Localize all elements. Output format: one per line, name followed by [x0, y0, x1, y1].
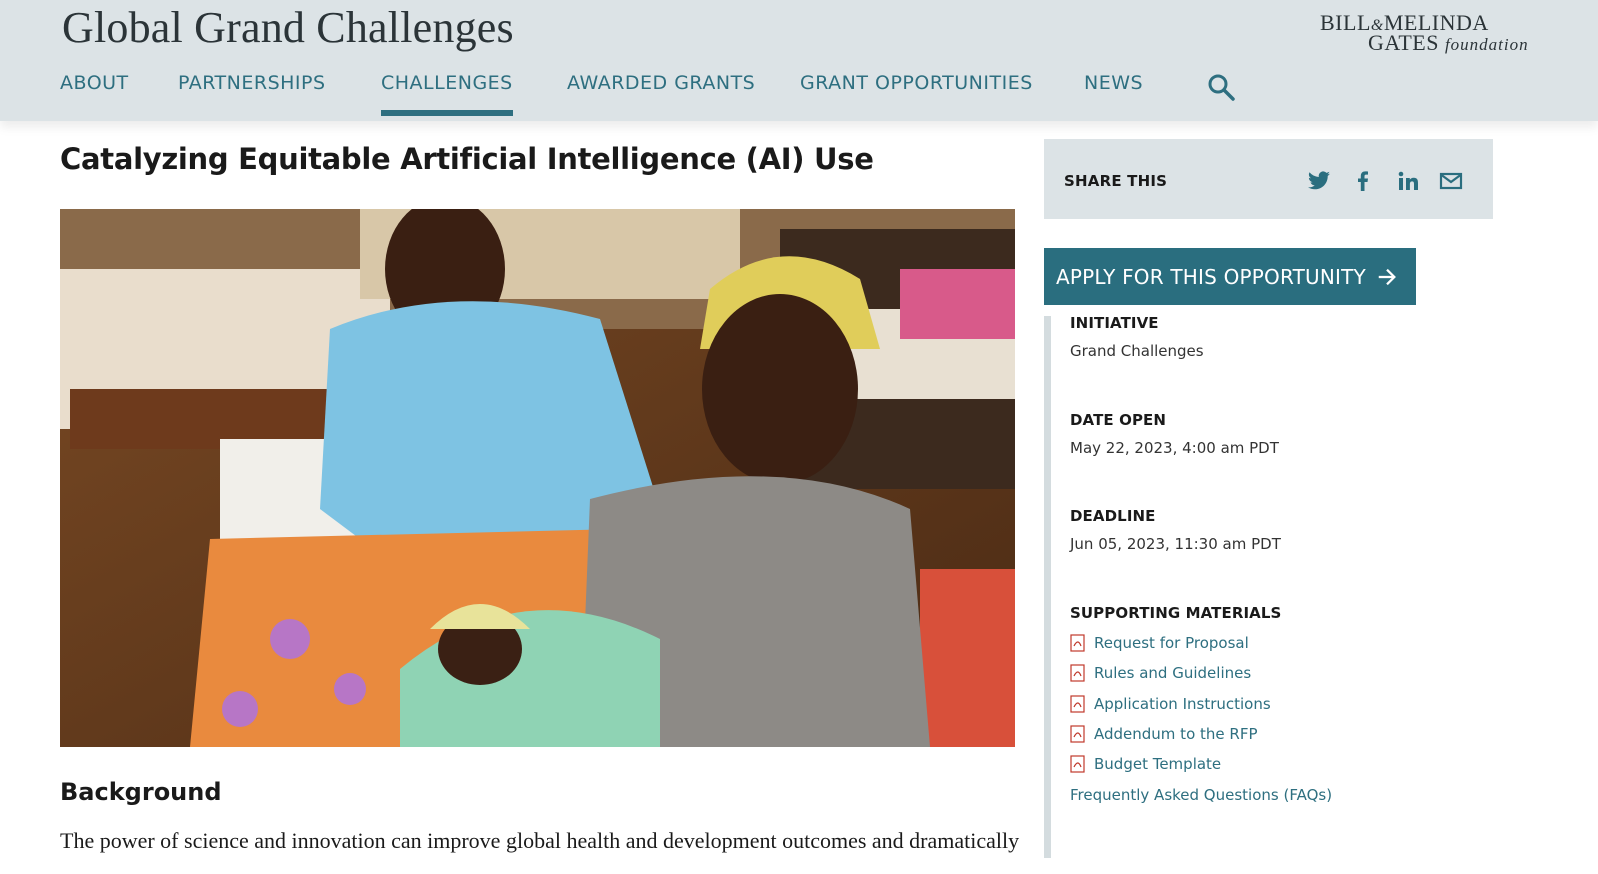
twitter-icon[interactable] [1306, 169, 1332, 193]
logo-gates: GATES [1368, 30, 1439, 55]
site-title[interactable]: Global Grand Challenges [62, 2, 514, 53]
logo-line-2: GATES foundation [1368, 30, 1529, 56]
material-link-faqs[interactable]: Frequently Asked Questions (FAQs) [1070, 783, 1332, 807]
initiative-value: Grand Challenges [1070, 342, 1204, 360]
material-link-rules[interactable]: Rules and Guidelines [1070, 661, 1251, 685]
share-label: SHARE THIS [1064, 172, 1168, 190]
pdf-icon [1070, 695, 1085, 713]
material-link-addendum[interactable]: Addendum to the RFP [1070, 722, 1258, 746]
pdf-icon [1070, 634, 1085, 652]
share-box: SHARE THIS [1044, 139, 1493, 219]
page-title: Catalyzing Equitable Artificial Intellig… [60, 142, 874, 176]
background-heading: Background [60, 778, 222, 806]
date-open-label: DATE OPEN [1070, 411, 1167, 429]
supporting-materials-label: SUPPORTING MATERIALS [1070, 604, 1282, 622]
date-open-block: DATE OPEN May 22, 2023, 4:00 am PDT [1070, 411, 1279, 457]
pdf-icon [1070, 664, 1085, 682]
main-nav: ABOUT PARTNERSHIPS CHALLENGES AWARDED GR… [0, 66, 1300, 121]
hero-photo [60, 209, 1015, 747]
gates-foundation-logo[interactable]: BILL&MELINDA GATES foundation [1320, 10, 1530, 56]
material-link-label: Application Instructions [1094, 695, 1271, 713]
nav-challenges[interactable]: CHALLENGES [381, 72, 513, 116]
pdf-icon [1070, 755, 1085, 773]
material-link-label: Budget Template [1094, 755, 1222, 773]
apply-for-opportunity-button[interactable]: APPLY FOR THIS OPPORTUNITY [1044, 248, 1416, 305]
material-link-instructions[interactable]: Application Instructions [1070, 692, 1271, 716]
material-link-rfp[interactable]: Request for Proposal [1070, 631, 1249, 655]
material-link-label: Addendum to the RFP [1094, 725, 1258, 743]
deadline-block: DEADLINE Jun 05, 2023, 11:30 am PDT [1070, 507, 1281, 553]
deadline-value: Jun 05, 2023, 11:30 am PDT [1070, 535, 1281, 553]
nav-news[interactable]: NEWS [1084, 72, 1143, 94]
material-link-label: Request for Proposal [1094, 634, 1249, 652]
material-link-label: Rules and Guidelines [1094, 664, 1252, 682]
nav-awarded-grants[interactable]: AWARDED GRANTS [567, 72, 755, 94]
search-icon[interactable] [1206, 72, 1236, 102]
supporting-materials: SUPPORTING MATERIALS Request for Proposa… [1070, 604, 1332, 804]
material-link-label: Frequently Asked Questions (FAQs) [1070, 786, 1333, 804]
facebook-icon[interactable] [1350, 169, 1376, 193]
background-paragraph: The power of science and innovation can … [60, 828, 1020, 853]
nav-about[interactable]: ABOUT [60, 72, 129, 94]
apply-button-label: APPLY FOR THIS OPPORTUNITY [1056, 264, 1366, 289]
email-icon[interactable] [1438, 169, 1464, 193]
site-header: Global Grand Challenges BILL&MELINDA GAT… [0, 0, 1598, 121]
linkedin-icon[interactable] [1395, 169, 1421, 193]
nav-grant-opportunities[interactable]: GRANT OPPORTUNITIES [800, 72, 1033, 94]
arrow-right-icon [1378, 268, 1396, 285]
nav-partnerships[interactable]: PARTNERSHIPS [178, 72, 326, 94]
date-open-value: May 22, 2023, 4:00 am PDT [1070, 439, 1279, 457]
logo-bill: BILL [1320, 10, 1371, 35]
initiative-block: INITIATIVE Grand Challenges [1070, 314, 1204, 360]
initiative-label: INITIATIVE [1070, 314, 1159, 332]
sidebar-divider [1044, 316, 1051, 858]
pdf-icon [1070, 725, 1085, 743]
hero-photo-illustration [60, 209, 1015, 747]
logo-foundation: foundation [1444, 35, 1529, 54]
material-link-budget[interactable]: Budget Template [1070, 752, 1221, 776]
deadline-label: DEADLINE [1070, 507, 1156, 525]
